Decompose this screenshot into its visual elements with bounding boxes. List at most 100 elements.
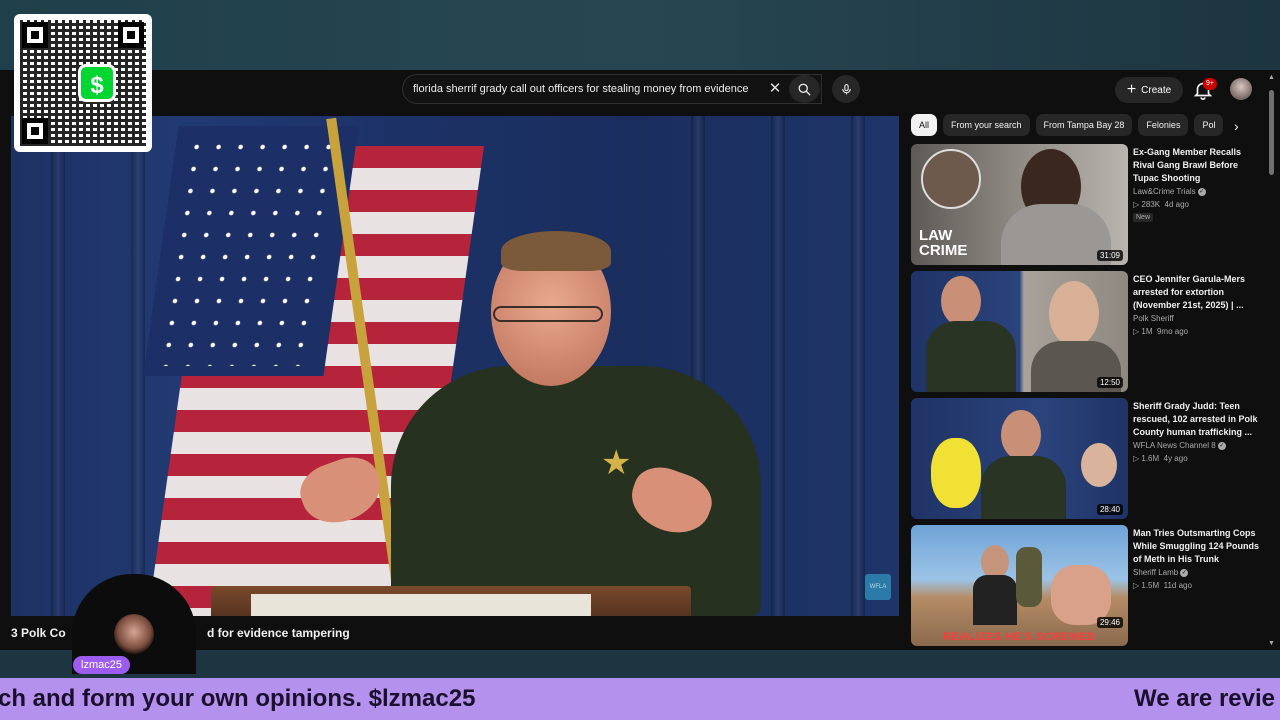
channel-name-text: Law&Crime Trials [1133,187,1196,196]
american-flag-stars [154,136,348,366]
curtain-fold [771,116,785,616]
video-thumbnail[interactable]: LAW CRIME 31:09 [911,144,1128,265]
thumbnail-text: LAW CRIME [919,227,968,259]
thumbnail-man-shirt [973,575,1017,625]
upload-age: 11d ago [1163,581,1192,590]
chip-all[interactable]: All [911,114,938,136]
curtain-fold [851,116,865,616]
view-count: 1.5M [1141,581,1160,590]
verified-check-icon: ✓ [1197,187,1206,196]
channel-watermark: WFLA [865,574,891,600]
scrollbar-thumb[interactable] [1269,90,1274,175]
video-title-end: d for evidence tampering [207,626,350,640]
video-thumbnail[interactable]: REALIZES HE'S SCREWED 29:46 [911,525,1128,646]
channel-name[interactable]: WFLA News Channel 8 ✓ [1133,441,1226,450]
video-title[interactable]: Sheriff Grady Judd: Teen rescued, 102 ar… [1133,400,1263,439]
thumbnail-text: REALIZES HE'S SCREWED [943,631,1096,643]
thumbnail-sheriff-uniform [981,456,1066,519]
view-count: 283K [1141,200,1161,209]
video-duration: 31:09 [1096,250,1123,261]
video-duration: 29:46 [1096,617,1123,628]
create-button[interactable]: + Create [1115,77,1183,103]
streamer-name-tag: lzmac25 [73,656,130,674]
search-input[interactable]: florida sherrif grady call out officers … [402,74,822,104]
thumbnail-woman-face [1081,443,1117,487]
scrolling-ticker: ch and form your own opinions. $lzmac25 … [0,678,1280,720]
account-avatar[interactable] [1230,78,1252,100]
chip-from-tampa-bay-28[interactable]: From Tampa Bay 28 [1035,114,1133,136]
recommended-video-2[interactable]: 12:50 CEO Jennifer Garula-Mers arrested … [911,271,1271,395]
video-duration: 28:40 [1096,504,1123,515]
recommended-video-4[interactable]: REALIZES HE'S SCREWED 29:46 Man Tries Ou… [911,525,1271,649]
video-stats: ▷ 1.5M 11d ago [1133,581,1192,590]
video-title[interactable]: Ex-Gang Member Recalls Rival Gang Brawl … [1133,146,1263,185]
video-title-start: 3 Polk Co [11,626,66,640]
chip-from-your-search[interactable]: From your search [943,114,1030,136]
voice-search-button[interactable] [832,75,860,103]
qr-finder-mark [22,22,48,48]
video-thumbnail[interactable]: 12:50 [911,271,1128,392]
verified-check-icon: ✓ [1217,441,1226,450]
thumbnail-hand [1051,565,1111,625]
search-query-text: florida sherrif grady call out officers … [413,83,749,95]
plus-icon: + [1126,81,1137,98]
channel-name[interactable]: Law&Crime Trials ✓ [1133,187,1206,196]
sheriff-glasses [493,306,603,322]
upload-age: 4y ago [1163,454,1188,463]
curtain-fold [51,116,65,616]
recommended-video-3[interactable]: 28:40 Sheriff Grady Judd: Teen rescued, … [911,398,1271,522]
video-player[interactable]: ★ WFLA [11,116,899,616]
video-thumbnail[interactable]: 28:40 [911,398,1128,519]
thumbnail-sheriff-face [1001,410,1041,460]
masthead: florida sherrif grady call out officers … [0,70,1280,110]
stream-background-top [0,0,1280,70]
qr-finder-mark [118,22,144,48]
upload-age: 9mo ago [1156,327,1189,336]
channel-name[interactable]: Polk Sheriff [1133,314,1174,323]
channel-name-text: WFLA News Channel 8 [1133,441,1216,450]
sheriff-star-badge-icon: ★ [601,444,632,482]
podium-front-panel [251,594,591,616]
thumbnail-sheriff-face [941,276,981,326]
channel-name-text: Polk Sheriff [1133,314,1174,323]
chip-felonies[interactable]: Felonies [1138,114,1189,136]
video-title[interactable]: Man Tries Outsmarting Cops While Smuggli… [1133,527,1263,566]
search-button[interactable] [789,75,820,103]
view-count: 1.6M [1141,454,1160,463]
scroll-up-arrow-icon[interactable]: ▲ [1268,74,1275,81]
new-badge: New [1133,213,1154,222]
ticker-text-left: ch and form your own opinions. $lzmac25 [0,685,476,712]
thumbnail-sheriff-uniform [926,321,1016,392]
video-stats: ▷ 1M 9mo ago [1133,327,1189,336]
streamer-avatar [114,614,154,654]
qr-finder-mark [22,118,48,144]
upload-age: 4d ago [1164,200,1189,209]
microphone-icon [841,83,851,94]
channel-name[interactable]: Sheriff Lamb ✓ [1133,568,1189,577]
channel-name-text: Sheriff Lamb [1133,568,1179,577]
ticker-text-right: We are revie [1134,685,1275,712]
recommended-video-1[interactable]: LAW CRIME 31:09 Ex-Gang Member Recalls R… [911,144,1271,268]
youtube-window: florida sherrif grady call out officers … [0,70,1280,650]
notification-count-badge: 9+ [1203,78,1217,90]
search-icon [798,83,811,96]
thumbnail-deputy [1016,547,1042,607]
chevron-right-icon[interactable]: › [1234,117,1239,135]
thumbnail-person-shirt [1001,204,1111,265]
video-title[interactable]: CEO Jennifer Garula-Mers arrested for ex… [1133,273,1263,312]
video-stats: ▷ 283K 4d ago [1133,200,1189,209]
thumbnail-pikachu-toy [931,438,981,508]
chip-pol[interactable]: Pol [1194,114,1224,136]
verified-check-icon: ✓ [1180,568,1189,577]
clear-search-icon[interactable]: ✕ [766,80,784,98]
thumbnail-man-face [981,545,1009,579]
cashapp-qr-code: $ [14,14,152,152]
video-stats: ▷ 1.6M 4y ago [1133,454,1188,463]
thumbnail-mugshot-face [1049,281,1099,346]
filter-chips: All From your search From Tampa Bay 28 F… [911,114,1251,138]
scroll-down-arrow-icon[interactable]: ▼ [1268,640,1275,647]
create-label: Create [1141,84,1172,96]
cashapp-logo-icon: $ [78,64,116,102]
thumbnail-inset-portrait [921,149,981,209]
video-duration: 12:50 [1096,377,1123,388]
